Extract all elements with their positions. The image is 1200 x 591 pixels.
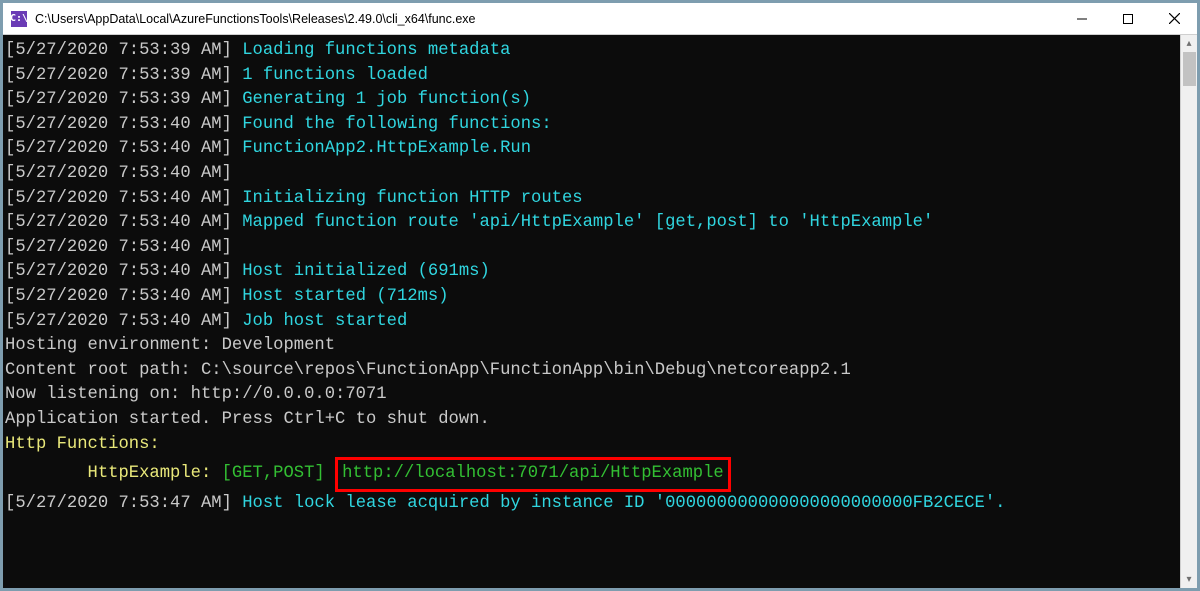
log-message: Host lock lease acquired by instance ID …	[242, 494, 1005, 513]
log-message: Initializing function HTTP routes	[242, 189, 582, 208]
log-plain-text: Content root path: C:\source\repos\Funct…	[5, 361, 851, 380]
vertical-scrollbar[interactable]: ▴ ▾	[1180, 35, 1197, 588]
scroll-up-arrow-icon[interactable]: ▴	[1181, 35, 1198, 52]
terminal-output[interactable]: [5/27/2020 7:53:39 AM] Loading functions…	[3, 35, 1180, 588]
log-line: [5/27/2020 7:53:47 AM] Host lock lease a…	[5, 492, 1178, 517]
log-line: [5/27/2020 7:53:40 AM]	[5, 162, 1178, 187]
maximize-button[interactable]	[1105, 3, 1151, 35]
log-timestamp: [5/27/2020 7:53:40 AM]	[5, 213, 242, 232]
log-line: [5/27/2020 7:53:40 AM]	[5, 236, 1178, 261]
log-line: [5/27/2020 7:53:40 AM] Found the followi…	[5, 113, 1178, 138]
log-plain-text: Application started. Press Ctrl+C to shu…	[5, 410, 490, 429]
log-message: Found the following functions:	[242, 115, 551, 134]
log-timestamp: [5/27/2020 7:53:40 AM]	[5, 312, 242, 331]
log-line: [5/27/2020 7:53:40 AM] Host initialized …	[5, 260, 1178, 285]
log-line: [5/27/2020 7:53:40 AM] Initializing func…	[5, 187, 1178, 212]
scroll-thumb[interactable]	[1183, 52, 1196, 86]
http-functions-header: Http Functions:	[5, 435, 160, 454]
log-timestamp: [5/27/2020 7:53:40 AM]	[5, 139, 242, 158]
app-icon: C:\	[11, 11, 27, 27]
log-line: Http Functions:	[5, 433, 1178, 458]
log-timestamp: [5/27/2020 7:53:47 AM]	[5, 494, 242, 513]
highlighted-url-box: http://localhost:7071/api/HttpExample	[335, 457, 731, 492]
log-line: Hosting environment: Development	[5, 334, 1178, 359]
log-line: [5/27/2020 7:53:39 AM] Loading functions…	[5, 39, 1178, 64]
log-plain-text: Hosting environment: Development	[5, 336, 335, 355]
scroll-track[interactable]	[1181, 52, 1198, 571]
log-plain-text: Now listening on: http://0.0.0.0:7071	[5, 385, 387, 404]
log-timestamp: [5/27/2020 7:53:40 AM]	[5, 189, 242, 208]
console-window: C:\ C:\Users\AppData\Local\AzureFunction…	[0, 0, 1200, 591]
close-button[interactable]	[1151, 3, 1197, 35]
log-line: Now listening on: http://0.0.0.0:7071	[5, 383, 1178, 408]
log-line: [5/27/2020 7:53:40 AM] Job host started	[5, 310, 1178, 335]
log-line: Content root path: C:\source\repos\Funct…	[5, 359, 1178, 384]
log-message: Generating 1 job function(s)	[242, 90, 531, 109]
log-timestamp: [5/27/2020 7:53:39 AM]	[5, 66, 242, 85]
minimize-button[interactable]	[1059, 3, 1105, 35]
http-function-name: HttpExample:	[88, 464, 222, 483]
log-timestamp: [5/27/2020 7:53:40 AM]	[5, 287, 242, 306]
log-line: [5/27/2020 7:53:40 AM] FunctionApp2.Http…	[5, 137, 1178, 162]
log-timestamp: [5/27/2020 7:53:40 AM]	[5, 262, 242, 281]
log-timestamp: [5/27/2020 7:53:40 AM]	[5, 164, 242, 183]
log-line: [5/27/2020 7:53:39 AM] Generating 1 job …	[5, 88, 1178, 113]
log-message: Mapped function route 'api/HttpExample' …	[242, 213, 933, 232]
log-timestamp: [5/27/2020 7:53:40 AM]	[5, 115, 242, 134]
log-line: [5/27/2020 7:53:39 AM] 1 functions loade…	[5, 64, 1178, 89]
client-area: [5/27/2020 7:53:39 AM] Loading functions…	[3, 35, 1197, 588]
log-timestamp: [5/27/2020 7:53:39 AM]	[5, 41, 242, 60]
http-function-row: HttpExample: [GET,POST] http://localhost…	[5, 457, 1178, 492]
log-line: Application started. Press Ctrl+C to shu…	[5, 408, 1178, 433]
window-title: C:\Users\AppData\Local\AzureFunctionsToo…	[35, 12, 476, 26]
scroll-down-arrow-icon[interactable]: ▾	[1181, 571, 1198, 588]
log-line: [5/27/2020 7:53:40 AM] Mapped function r…	[5, 211, 1178, 236]
log-message: FunctionApp2.HttpExample.Run	[242, 139, 531, 158]
log-message: 1 functions loaded	[242, 66, 428, 85]
log-timestamp: [5/27/2020 7:53:39 AM]	[5, 90, 242, 109]
log-timestamp: [5/27/2020 7:53:40 AM]	[5, 238, 242, 257]
log-message: Host initialized (691ms)	[242, 262, 490, 281]
titlebar[interactable]: C:\ C:\Users\AppData\Local\AzureFunction…	[3, 3, 1197, 35]
log-line: [5/27/2020 7:53:40 AM] Host started (712…	[5, 285, 1178, 310]
log-message: Loading functions metadata	[242, 41, 510, 60]
log-message: Host started (712ms)	[242, 287, 448, 306]
log-message: Job host started	[242, 312, 407, 331]
http-function-methods: [GET,POST]	[222, 464, 325, 483]
http-function-url: http://localhost:7071/api/HttpExample	[342, 464, 724, 483]
